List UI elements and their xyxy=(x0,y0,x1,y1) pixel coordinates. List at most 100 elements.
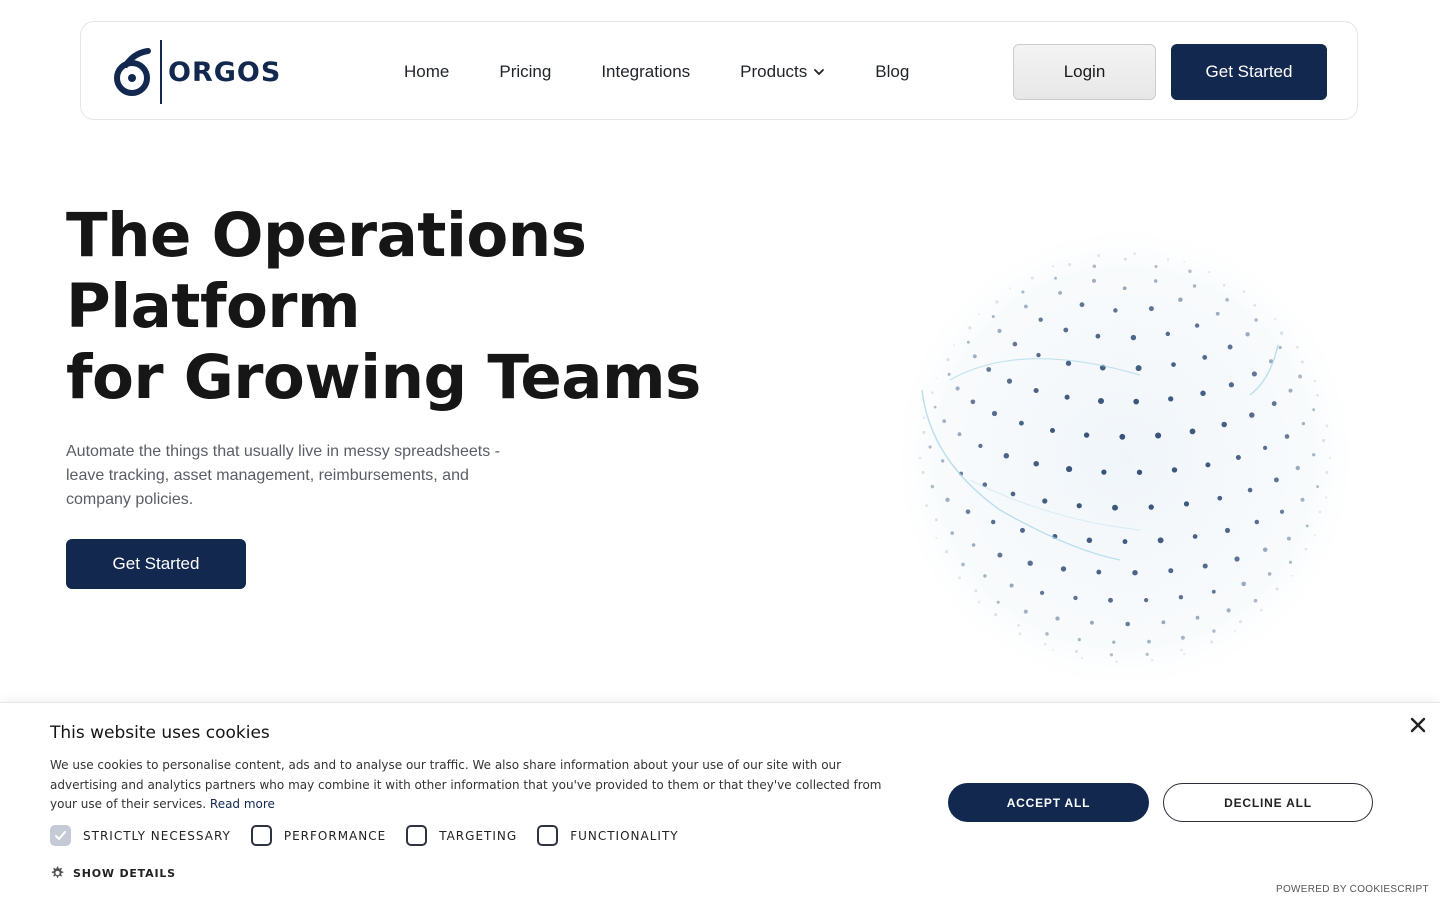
globe-dot xyxy=(1145,652,1149,656)
globe-dot xyxy=(1249,412,1255,418)
hero-get-started-button[interactable]: Get Started xyxy=(66,539,246,589)
globe-dot xyxy=(942,419,947,423)
globe-dot xyxy=(1133,398,1140,405)
nav-integrations[interactable]: Integrations xyxy=(601,62,690,82)
globe-dot xyxy=(1108,597,1113,603)
globe-dot xyxy=(918,456,922,460)
globe-dot xyxy=(1217,495,1223,501)
globe-dot xyxy=(1092,264,1097,269)
gear-icon xyxy=(51,866,64,878)
globe-dot xyxy=(1192,534,1198,539)
globe-dot xyxy=(931,391,934,394)
nav-products[interactable]: Products xyxy=(740,62,825,82)
globe-dot xyxy=(947,372,951,376)
logo[interactable]: ORGOS xyxy=(112,39,281,105)
checkbox-functionality[interactable]: FUNCTIONALITY xyxy=(537,825,678,846)
globe-dot xyxy=(958,576,961,580)
globe-dot xyxy=(968,326,972,330)
read-more-link[interactable]: Read more xyxy=(210,797,275,811)
cookie-description: We use cookies to personalise content, a… xyxy=(50,756,910,815)
globe-dot xyxy=(1054,276,1057,280)
globe-dot xyxy=(1234,629,1237,632)
globe-dot xyxy=(1253,598,1258,603)
globe-dot xyxy=(952,344,955,347)
globe-dot xyxy=(1267,572,1272,576)
login-button[interactable]: Login xyxy=(1013,44,1156,100)
show-details-toggle[interactable]: SHOW DETAILS xyxy=(50,866,176,880)
globe-dot xyxy=(994,613,998,617)
globe-dot xyxy=(1077,638,1081,642)
globe-dot xyxy=(966,340,970,344)
globe-dot xyxy=(1030,276,1034,280)
nav-blog[interactable]: Blog xyxy=(875,62,909,82)
globe-dot xyxy=(1296,345,1299,349)
globe-dot xyxy=(1136,469,1143,475)
globe-dot xyxy=(1033,460,1039,467)
globe-dot xyxy=(1262,547,1268,552)
checkbox-targeting-label: TARGETING xyxy=(439,828,518,843)
globe-dot xyxy=(977,600,981,604)
globe-dot xyxy=(970,399,976,405)
cookie-title: This website uses cookies xyxy=(50,723,270,743)
globe-dot xyxy=(1192,284,1197,288)
nav-get-started-button[interactable]: Get Started xyxy=(1171,44,1327,100)
globe-dot xyxy=(1144,598,1149,603)
globe-dot xyxy=(1021,290,1025,294)
globe-dot xyxy=(1224,527,1231,533)
globe-dot xyxy=(1180,648,1183,652)
globe-dot xyxy=(1125,621,1130,627)
checkbox-functionality-label: FUNCTIONALITY xyxy=(570,828,679,843)
globe-dot xyxy=(922,416,926,419)
globe-dot xyxy=(1066,466,1073,473)
decline-all-button[interactable]: DECLINE ALL xyxy=(1163,783,1373,822)
globe-dot xyxy=(1024,304,1028,309)
nav-home[interactable]: Home xyxy=(404,62,449,82)
globe-dot xyxy=(957,432,962,437)
globe-dot xyxy=(1003,453,1010,459)
globe-dot xyxy=(1189,428,1196,435)
globe-dot xyxy=(1228,382,1235,388)
globe-dot xyxy=(1260,608,1263,612)
checkbox-performance[interactable]: PERFORMANCE xyxy=(250,825,386,846)
globe-dot xyxy=(1109,653,1114,657)
globe-dot xyxy=(935,377,938,379)
close-icon[interactable] xyxy=(1408,715,1428,735)
globe-dot xyxy=(1095,333,1101,339)
logo-text: ORGOS xyxy=(168,56,282,88)
globe-dot xyxy=(1304,547,1308,551)
globe-dot xyxy=(925,504,928,508)
cookie-options: STRICTLY NECESSARY PERFORMANCE TARGETING… xyxy=(50,825,699,846)
hero-title-line-3: for Growing Teams xyxy=(66,342,701,413)
check-icon xyxy=(55,831,66,840)
globe-dot xyxy=(955,386,960,391)
globe-dot xyxy=(1154,265,1158,268)
globe-dot xyxy=(1300,497,1305,502)
globe-dot xyxy=(978,443,983,449)
globe-dot xyxy=(1188,269,1192,274)
globe-dot xyxy=(995,300,999,304)
globe-dot xyxy=(1148,504,1154,510)
checkbox-strictly-necessary[interactable]: STRICTLY NECESSARY xyxy=(50,825,231,846)
globe-dot xyxy=(1171,467,1178,473)
globe-dot xyxy=(922,430,926,435)
globe-dot xyxy=(1157,537,1164,544)
nav-pricing[interactable]: Pricing xyxy=(499,62,551,82)
globe-dot xyxy=(1211,589,1216,594)
globe-dot xyxy=(1279,331,1284,335)
powered-by-label: POWERED BY COOKIESCRIPT xyxy=(1276,884,1429,895)
nav-products-label: Products xyxy=(740,61,808,81)
globe-dot xyxy=(921,470,925,475)
globe-dot xyxy=(1058,290,1063,295)
checkbox-targeting[interactable]: TARGETING xyxy=(406,825,517,846)
globe-dot xyxy=(1042,498,1048,504)
globe-dot xyxy=(1212,629,1216,633)
globe-dot xyxy=(1006,378,1013,384)
globe-dot xyxy=(1254,318,1258,322)
globe-dot xyxy=(1200,390,1206,397)
globe-dot xyxy=(1222,284,1226,287)
globe-dot xyxy=(1148,306,1154,312)
globe-dot xyxy=(996,600,1000,604)
accept-all-button[interactable]: ACCEPT ALL xyxy=(948,783,1149,822)
show-details-label: SHOW DETAILS xyxy=(73,866,176,880)
globe-dot xyxy=(1081,657,1084,660)
